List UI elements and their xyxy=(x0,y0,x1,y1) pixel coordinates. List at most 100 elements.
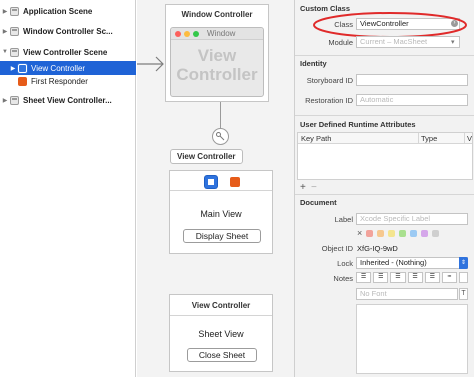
text-color-well[interactable] xyxy=(459,272,469,283)
sheet-view-label: Sheet View xyxy=(198,329,244,339)
scene-icon xyxy=(10,95,19,105)
scene-title: Window Controller xyxy=(181,10,253,19)
notes-toolbar: ☰ ☰ ☰ ☰ ☰ ┅ xyxy=(356,272,469,283)
module-placeholder: Current – MacSheet xyxy=(360,37,428,46)
swatch-green[interactable] xyxy=(399,230,407,237)
column-divider xyxy=(464,133,465,144)
notes-textarea[interactable] xyxy=(356,304,468,374)
clear-color-icon[interactable]: × xyxy=(357,229,362,238)
view-controller-scene[interactable]: Main View Display Sheet xyxy=(169,170,273,254)
view-controller-icon[interactable] xyxy=(205,176,217,188)
module-field[interactable]: Current – MacSheet xyxy=(356,36,460,48)
lock-popup[interactable]: Inherited - (Nothing) xyxy=(356,257,468,269)
disclosure-icon[interactable]: ▶ xyxy=(0,8,10,15)
runtime-attributes-table[interactable]: Key Path Type V xyxy=(297,132,473,180)
align-center-icon[interactable]: ☰ xyxy=(373,272,389,283)
chevron-updown-icon[interactable]: ⇕ xyxy=(459,257,468,269)
sheet-view-controller-scene[interactable]: View Controller Sheet View Close Sheet xyxy=(169,294,273,372)
swatch-yellow[interactable] xyxy=(388,230,396,237)
window-titlebar: Window xyxy=(171,28,263,40)
view-controller-icon xyxy=(18,63,27,73)
outline-item-application-scene[interactable]: ▶ Application Scene xyxy=(0,4,136,18)
lock-label: Lock xyxy=(337,259,353,268)
swatch-orange[interactable] xyxy=(377,230,385,237)
chevron-down-icon[interactable]: ▾ xyxy=(451,38,455,46)
align-left-icon[interactable]: ☰ xyxy=(356,272,372,283)
minimize-dot-icon xyxy=(184,31,190,37)
window-controller-scene[interactable]: Window Controller Window View Controller xyxy=(165,4,269,102)
window-preview: Window View Controller xyxy=(170,27,264,97)
natural-align-icon[interactable]: ☰ xyxy=(424,272,440,283)
initial-arrow-icon xyxy=(137,56,164,72)
restoration-placeholder: Automatic xyxy=(360,95,394,104)
storyboard-canvas[interactable]: Window Controller Window View Controller xyxy=(137,0,294,377)
outline-item-first-responder[interactable]: First Responder xyxy=(0,74,136,88)
add-attribute-button[interactable]: + xyxy=(300,182,306,193)
swatch-purple[interactable] xyxy=(421,230,429,237)
outline-item-sheet-view-controller-scene[interactable]: ▶ Sheet View Controller... xyxy=(0,93,136,107)
section-title-identity: Identity xyxy=(300,59,327,68)
module-label: Module xyxy=(328,38,353,47)
label-label: Label xyxy=(334,215,353,224)
column-header-key-path[interactable]: Key Path xyxy=(301,134,331,143)
outline-item-view-controller-scene[interactable]: ▼ View Controller Scene xyxy=(0,45,136,59)
scene-dock xyxy=(170,171,272,191)
scene-icon xyxy=(10,47,19,57)
scene-icon xyxy=(10,6,19,16)
identity-inspector: Custom Class Class ViewController › Modu… xyxy=(294,0,474,377)
display-sheet-button[interactable]: Display Sheet xyxy=(183,229,261,243)
zoom-dot-icon xyxy=(193,31,199,37)
font-picker-icon[interactable]: T xyxy=(459,288,468,300)
font-field[interactable]: No Font xyxy=(356,288,458,300)
column-header-value[interactable]: V xyxy=(467,134,472,143)
restoration-id-field[interactable]: Automatic xyxy=(356,94,468,106)
first-responder-icon xyxy=(18,76,27,86)
label-color-swatches: × xyxy=(357,229,440,238)
storyboard-id-field[interactable] xyxy=(356,74,468,86)
justify-icon[interactable]: ☰ xyxy=(407,272,423,283)
swatch-red[interactable] xyxy=(366,230,374,237)
placeholder-line: Controller xyxy=(176,65,258,84)
label-placeholder: Xcode Specific Label xyxy=(360,214,431,223)
window-title: Window xyxy=(207,29,236,38)
swatch-gray[interactable] xyxy=(432,230,440,237)
object-id-value: XfG-IQ-9wD xyxy=(357,244,398,253)
disclosure-icon[interactable]: ▶ xyxy=(8,65,18,72)
column-divider xyxy=(418,133,419,144)
column-header-type[interactable]: Type xyxy=(421,134,437,143)
scene-title: View Controller xyxy=(191,301,251,310)
section-title-document: Document xyxy=(300,198,337,207)
placeholder-line: View xyxy=(197,46,237,65)
lock-value: Inherited - (Nothing) xyxy=(360,258,427,267)
font-placeholder: No Font xyxy=(360,289,387,298)
document-outline: ▶ Application Scene ▶ Window Controller … xyxy=(0,0,136,377)
disclosure-icon[interactable]: ▶ xyxy=(0,97,10,104)
object-id-label: Object ID xyxy=(321,244,353,253)
view-controller-placeholder: View Controller xyxy=(171,46,263,84)
restoration-id-label: Restoration ID xyxy=(305,96,353,105)
line-spacing-icon[interactable]: ┅ xyxy=(441,272,458,283)
main-view-label: Main View xyxy=(200,209,242,219)
divider xyxy=(295,194,474,195)
close-sheet-button[interactable]: Close Sheet xyxy=(187,348,257,362)
align-right-icon[interactable]: ☰ xyxy=(390,272,406,283)
outline-item-window-controller-scene[interactable]: ▶ Window Controller Sc... xyxy=(0,24,136,38)
first-responder-icon[interactable] xyxy=(230,177,240,187)
xcode-label-field[interactable]: Xcode Specific Label xyxy=(356,213,468,225)
outline-item-view-controller[interactable]: ▶ View Controller xyxy=(0,61,136,75)
view-controller-tooltip: View Controller xyxy=(170,149,243,164)
remove-attribute-button[interactable]: − xyxy=(311,182,317,193)
disclosure-icon[interactable]: ▼ xyxy=(0,49,10,55)
divider xyxy=(170,315,272,316)
divider xyxy=(295,55,474,56)
table-header: Key Path Type V xyxy=(298,133,472,144)
relationship-segue-icon[interactable] xyxy=(212,128,229,145)
close-dot-icon xyxy=(175,31,181,37)
notes-label: Notes xyxy=(333,274,353,283)
divider xyxy=(295,115,474,116)
storyboard-id-label: Storyboard ID xyxy=(306,76,353,85)
swatch-blue[interactable] xyxy=(410,230,418,237)
disclosure-icon[interactable]: ▶ xyxy=(0,28,10,35)
section-title-runtime-attributes: User Defined Runtime Attributes xyxy=(300,120,416,129)
scene-icon xyxy=(10,26,19,36)
